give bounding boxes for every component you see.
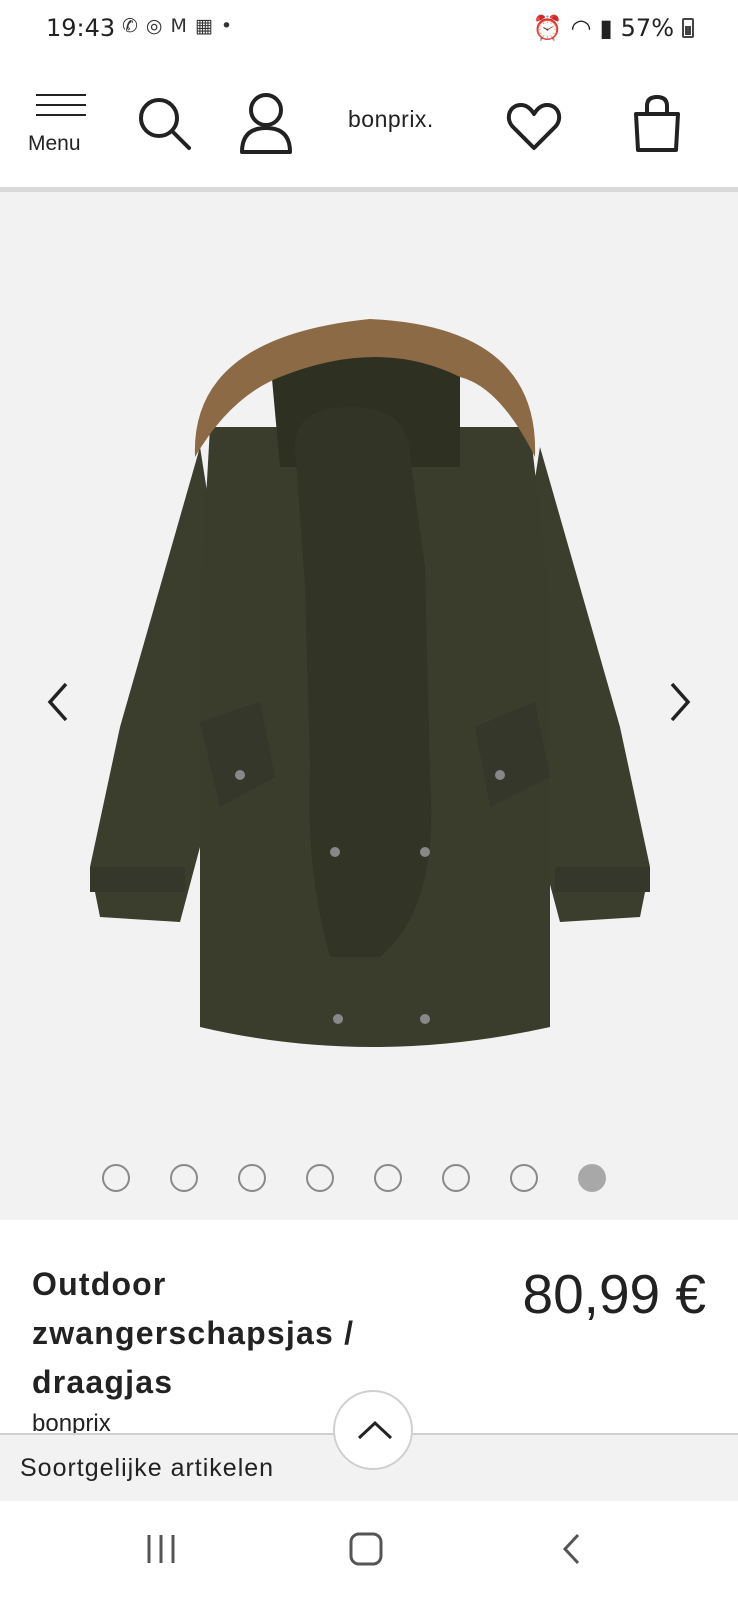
whatsapp-icon: ✆ (122, 15, 138, 37)
alarm-icon: ⏰ (532, 14, 563, 42)
product-gallery[interactable] (0, 192, 738, 1220)
battery-percent: 57% (620, 14, 674, 42)
product-image-coat (90, 319, 650, 1047)
gallery-dot[interactable] (510, 1164, 538, 1192)
bonprix-logo[interactable]: bonprix. (348, 106, 434, 133)
gallery-dot[interactable] (374, 1164, 402, 1192)
product-price: 80,99 € (522, 1263, 706, 1325)
system-nav-bar (0, 1501, 738, 1600)
signal-icon: ▮ (599, 14, 613, 42)
recent-apps-icon[interactable] (145, 1531, 177, 1567)
status-bar: 19:43 ✆ ◎ M ▦ • ⏰ ◠ ▮ 57% (0, 0, 738, 62)
vrt-nws-icon: ▦ (194, 15, 213, 37)
home-icon[interactable] (348, 1531, 384, 1567)
next-image-chevron-icon[interactable] (660, 672, 700, 732)
product-title: Outdoor zwangerschapsjas / draagjas (32, 1260, 432, 1407)
gallery-dot[interactable] (238, 1164, 266, 1192)
menu-button[interactable]: Menu (28, 94, 96, 164)
shopping-bag-icon[interactable] (632, 94, 682, 152)
battery-icon (682, 18, 694, 38)
product-title-line: Outdoor (32, 1266, 167, 1302)
similar-articles-label: Soortgelijke artikelen (20, 1454, 275, 1482)
gallery-dot[interactable] (102, 1164, 130, 1192)
gallery-pagination (102, 1164, 606, 1192)
status-time: 19:43 (46, 14, 116, 42)
notification-icons: ✆ ◎ M ▦ • (122, 15, 232, 37)
status-right: ⏰ ◠ ▮ 57% (533, 14, 694, 42)
hamburger-icon (36, 94, 86, 124)
dot-icon: • (220, 15, 233, 37)
back-icon[interactable] (560, 1531, 584, 1567)
gallery-dot[interactable] (170, 1164, 198, 1192)
previous-image-chevron-icon[interactable] (38, 672, 78, 732)
site-header: Menu bonprix. (0, 62, 738, 192)
expand-up-button[interactable] (333, 1390, 413, 1470)
instagram-icon: ◎ (145, 15, 163, 37)
gallery-dot[interactable] (442, 1164, 470, 1192)
account-icon[interactable] (238, 92, 294, 154)
search-icon[interactable] (137, 96, 193, 152)
wifi-icon: ◠ (570, 14, 592, 42)
chevron-up-icon (357, 1420, 393, 1440)
gallery-dot-active[interactable] (578, 1164, 606, 1192)
gmail-icon: M (170, 15, 187, 37)
wishlist-heart-icon[interactable] (506, 100, 562, 152)
gallery-dot[interactable] (306, 1164, 334, 1192)
menu-label: Menu (28, 132, 81, 155)
product-title-line: zwangerschapsjas / (32, 1315, 355, 1351)
